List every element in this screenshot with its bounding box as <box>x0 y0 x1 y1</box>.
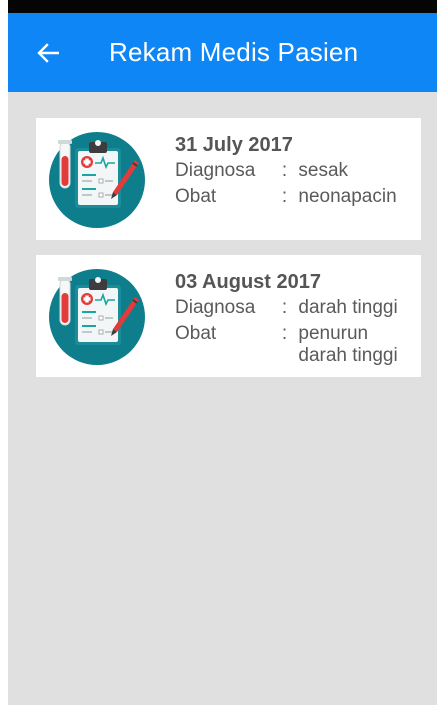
record-date: 31 July 2017 <box>175 134 293 156</box>
medical-clipboard-icon <box>47 267 147 367</box>
medical-clipboard-icon <box>47 130 147 230</box>
app-bar: Rekam Medis Pasien <box>8 13 437 92</box>
record-card[interactable]: 03 August 2017 Diagnosa : darah tinggi O… <box>36 255 421 377</box>
status-bar <box>8 0 437 13</box>
separator: : <box>281 323 288 344</box>
obat-value: penurun darah tinggi <box>298 323 398 366</box>
page-title: Rekam Medis Pasien <box>109 37 359 67</box>
diagnosa-label: Diagnosa <box>175 160 256 181</box>
diagnosa-value: sesak <box>298 160 349 181</box>
obat-value: neonapacin <box>298 186 397 207</box>
record-info: 03 August 2017 Diagnosa : darah tinggi O… <box>175 269 415 371</box>
arrow-left-icon <box>37 42 59 63</box>
obat-label: Obat <box>175 323 217 344</box>
diagnosa-value: darah tinggi <box>298 297 398 318</box>
separator: : <box>281 160 288 181</box>
diagnosa-row: Diagnosa : darah tinggi <box>175 297 415 319</box>
record-card[interactable]: 31 July 2017 Diagnosa : sesak Obat : neo… <box>36 118 421 240</box>
obat-label: Obat <box>175 186 217 207</box>
separator: : <box>281 186 288 207</box>
obat-row: Obat : neonapacin <box>175 186 415 208</box>
screen: Rekam Medis Pasien 31 July 2017 Diagnosa… <box>8 0 437 705</box>
diagnosa-row: Diagnosa : sesak <box>175 160 415 182</box>
separator: : <box>281 297 288 318</box>
medical-record-list: 31 July 2017 Diagnosa : sesak Obat : neo… <box>36 118 421 392</box>
record-info: 31 July 2017 Diagnosa : sesak Obat : neo… <box>175 132 415 212</box>
record-date: 03 August 2017 <box>175 271 321 293</box>
obat-row: Obat : penurun darah tinggi <box>175 323 415 367</box>
diagnosa-label: Diagnosa <box>175 297 256 318</box>
back-button[interactable] <box>8 13 88 92</box>
